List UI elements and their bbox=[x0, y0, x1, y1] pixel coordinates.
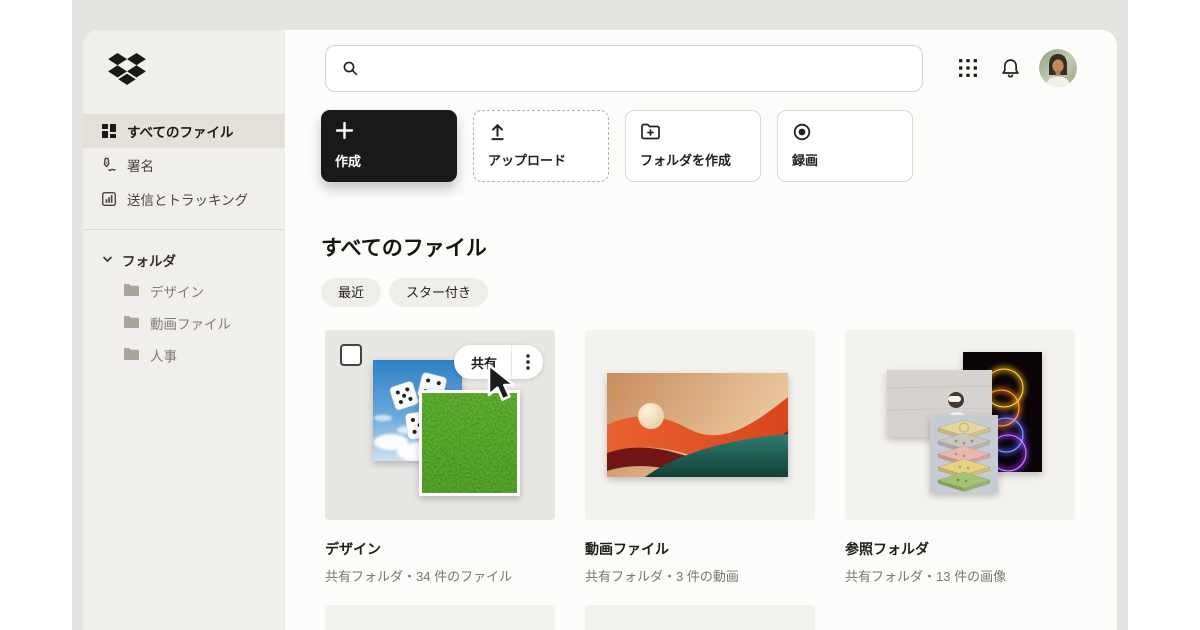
notifications-bell-icon[interactable] bbox=[997, 55, 1023, 81]
folder-card-title[interactable]: デザイン bbox=[325, 539, 555, 559]
folder-icon bbox=[123, 315, 140, 332]
folder-item-label: デザイン bbox=[150, 281, 204, 301]
send-tracking-icon bbox=[100, 191, 117, 208]
folder-card-partial[interactable] bbox=[325, 605, 555, 630]
folder-card-videos: 動画ファイル 共有フォルダ・3 件の動画 bbox=[585, 330, 815, 585]
signature-icon bbox=[100, 157, 117, 174]
sidebar-folder-design[interactable]: デザイン bbox=[83, 275, 285, 307]
header-icons bbox=[955, 44, 1077, 92]
sidebar-item-send-tracking[interactable]: 送信とトラッキング bbox=[83, 182, 285, 216]
isometric-layers-image bbox=[930, 415, 998, 493]
record-icon bbox=[792, 122, 812, 142]
folder-icon bbox=[123, 347, 140, 364]
sidebar-folders-header[interactable]: フォルダ bbox=[83, 245, 285, 275]
sidebar-item-label: 署名 bbox=[127, 155, 154, 175]
filter-chip-recent[interactable]: 最近 bbox=[321, 278, 381, 307]
folder-icon bbox=[123, 283, 140, 300]
sidebar-divider bbox=[83, 229, 285, 230]
sidebar-item-all-files[interactable]: すべてのファイル bbox=[83, 114, 285, 148]
user-avatar[interactable] bbox=[1039, 49, 1077, 87]
sidebar-item-label: すべてのファイル bbox=[127, 121, 234, 141]
next-row-cards bbox=[325, 605, 815, 630]
plus-icon bbox=[335, 121, 354, 140]
create-folder-button-label: フォルダを作成 bbox=[640, 150, 731, 169]
upload-button-label: アップロード bbox=[488, 150, 566, 169]
sidebar-folder-hr[interactable]: 人事 bbox=[83, 339, 285, 371]
page-title: すべてのファイル bbox=[321, 232, 487, 262]
search-bar[interactable] bbox=[325, 45, 923, 92]
create-button[interactable]: 作成 bbox=[321, 110, 457, 182]
sidebar-nav: すべてのファイル 署名 bbox=[83, 114, 285, 216]
filter-chip-starred[interactable]: スター付き bbox=[389, 278, 488, 307]
sidebar-folder-videos[interactable]: 動画ファイル bbox=[83, 307, 285, 339]
record-button-label: 録画 bbox=[792, 150, 818, 169]
search-input[interactable] bbox=[369, 61, 922, 77]
folders-section-label: フォルダ bbox=[122, 250, 176, 270]
filter-chips: 最近 スター付き bbox=[321, 278, 488, 307]
chevron-down-icon bbox=[102, 253, 113, 268]
folder-cards: 共有 デザイン bbox=[325, 330, 1075, 585]
main-content: 作成 アップロード bbox=[285, 30, 1117, 630]
folder-item-label: 動画ファイル bbox=[150, 313, 231, 333]
folder-card-subtitle: 共有フォルダ・13 件の画像 bbox=[845, 566, 1075, 585]
folder-card-thumb[interactable]: 共有 bbox=[325, 330, 555, 520]
folder-card-reference: 参照フォルダ 共有フォルダ・13 件の画像 bbox=[845, 330, 1075, 585]
all-files-icon bbox=[100, 123, 117, 140]
create-button-label: 作成 bbox=[335, 151, 361, 170]
folder-card-thumb[interactable] bbox=[585, 330, 815, 520]
folder-card-partial[interactable] bbox=[585, 605, 815, 630]
folder-card-title[interactable]: 参照フォルダ bbox=[845, 539, 1075, 559]
dropbox-logo-icon[interactable] bbox=[108, 53, 285, 92]
folder-item-label: 人事 bbox=[150, 345, 177, 365]
record-button[interactable]: 録画 bbox=[777, 110, 913, 182]
folder-card-subtitle: 共有フォルダ・3 件の動画 bbox=[585, 566, 815, 585]
apps-grid-icon[interactable] bbox=[955, 55, 981, 81]
folder-card-design: 共有 デザイン bbox=[325, 330, 555, 585]
folder-card-thumb[interactable] bbox=[845, 330, 1075, 520]
folder-plus-icon bbox=[640, 122, 661, 141]
search-icon bbox=[342, 60, 359, 77]
folder-card-subtitle: 共有フォルダ・34 件のファイル bbox=[325, 566, 555, 585]
upload-button[interactable]: アップロード bbox=[473, 110, 609, 182]
upload-icon bbox=[488, 122, 507, 141]
folder-card-title[interactable]: 動画ファイル bbox=[585, 539, 815, 559]
select-checkbox[interactable] bbox=[340, 344, 362, 366]
create-folder-button[interactable]: フォルダを作成 bbox=[625, 110, 761, 182]
sidebar-item-label: 送信とトラッキング bbox=[127, 189, 248, 209]
action-buttons: 作成 アップロード bbox=[321, 110, 913, 182]
mouse-cursor-icon bbox=[485, 363, 519, 412]
dropbox-app-window: すべてのファイル 署名 bbox=[83, 30, 1117, 630]
sidebar: すべてのファイル 署名 bbox=[83, 30, 285, 630]
sidebar-item-signatures[interactable]: 署名 bbox=[83, 148, 285, 182]
abstract-waves-image bbox=[607, 373, 788, 477]
